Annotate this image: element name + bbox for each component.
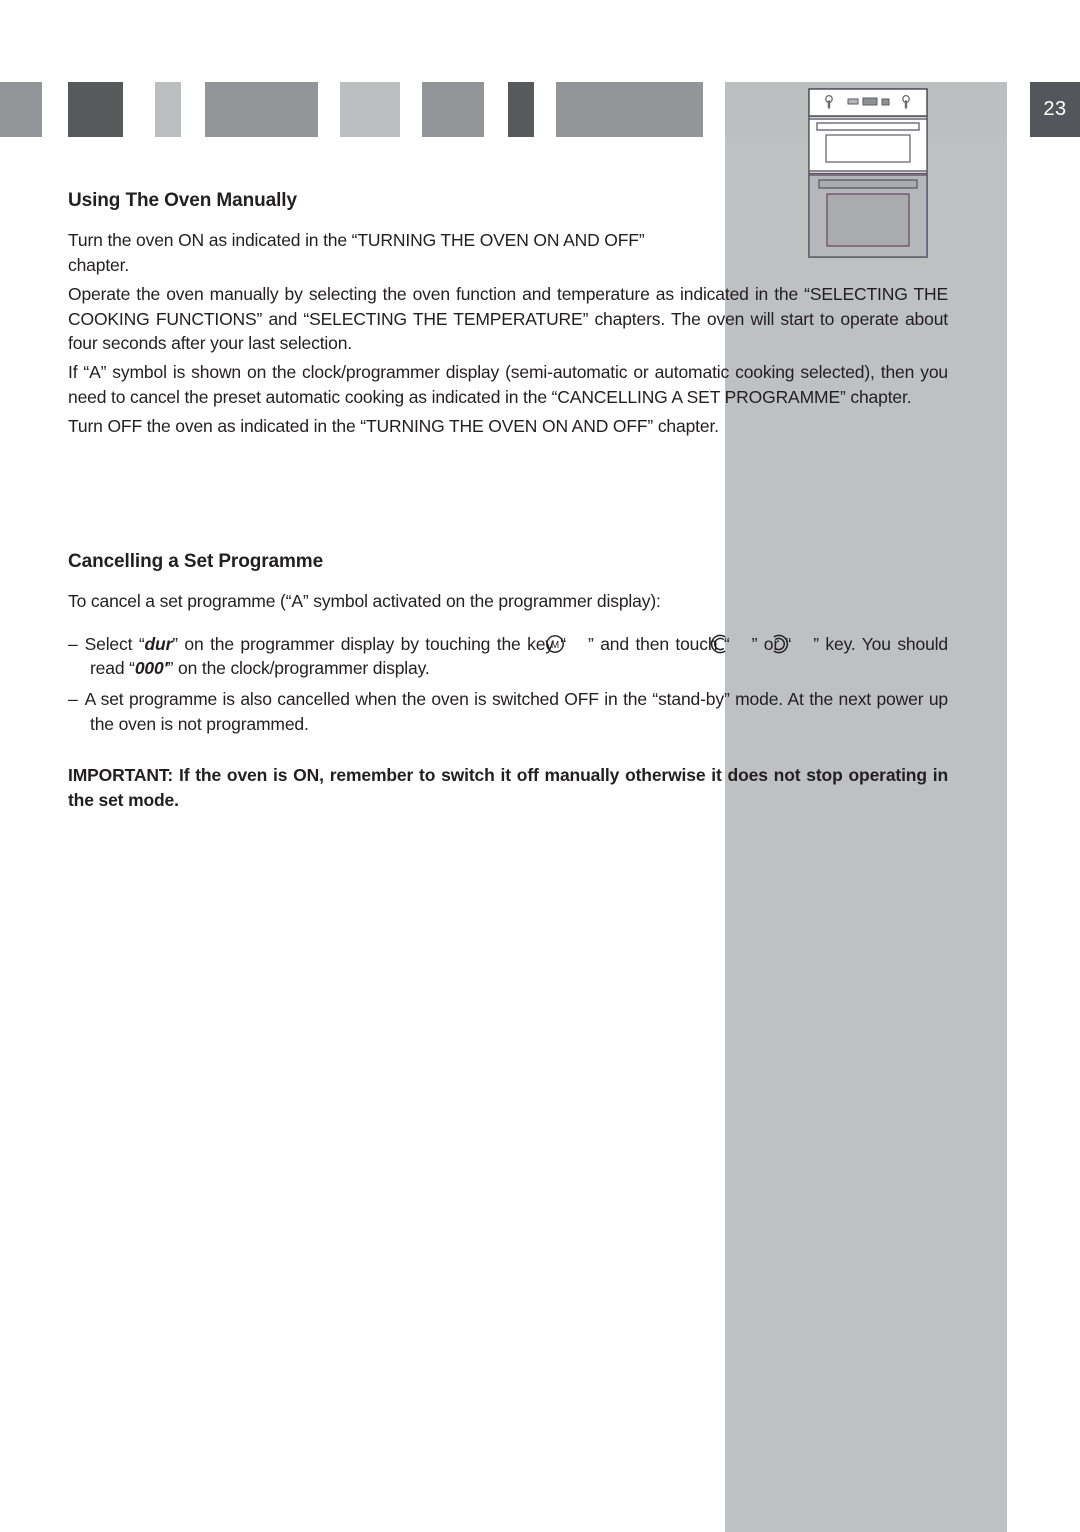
bullet-dash: – <box>68 689 78 710</box>
keyword-zeros: 000' <box>134 658 168 679</box>
decorative-bar-5 <box>422 82 484 137</box>
page-number-badge: 23 <box>1030 82 1080 137</box>
paragraph: If “A” symbol is shown on the clock/prog… <box>68 362 948 408</box>
decorative-bar-1 <box>68 82 123 137</box>
keyword-dur: dur <box>144 633 173 654</box>
decorative-bar-7 <box>556 82 703 137</box>
decorative-bar-2 <box>155 82 181 137</box>
section-cancelling-set-programme: Cancelling a Set Programme To cancel a s… <box>68 551 948 813</box>
page-title: Using The Oven Manually <box>68 190 297 211</box>
section-using-oven-manually: Using The Oven Manually Turn the oven ON… <box>68 190 948 439</box>
list-item: – A set programme is also cancelled when … <box>68 687 948 737</box>
bullet-dash: – <box>68 633 78 654</box>
document-content: Using The Oven Manually Turn the oven ON… <box>68 190 948 813</box>
bullet-text-a: Select “ <box>84 633 145 654</box>
decorative-bar-4 <box>340 82 400 137</box>
crescent-decrease-key-icon <box>710 633 752 655</box>
crescent-increase-key-icon <box>773 633 813 655</box>
paragraph: To cancel a set programme (“A” symbol ac… <box>68 590 661 611</box>
decorative-bar-6 <box>508 82 534 137</box>
decorative-bar-0 <box>0 82 42 137</box>
section-heading: Cancelling a Set Programme <box>68 550 324 572</box>
list-item: – Select “dur” on the programmer display … <box>68 632 948 682</box>
circled-m-key-icon: M <box>546 633 588 655</box>
bullet-text: A set programme is also cancelled when t… <box>84 689 949 735</box>
paragraph: Turn OFF the oven as indicated in the “T… <box>68 415 719 436</box>
bullet-text-b: ” on the programmer display by touching … <box>172 633 567 654</box>
svg-text:M: M <box>551 640 559 651</box>
bullet-text-f: ” on the clock/programmer display. <box>167 658 430 679</box>
paragraph: Turn the oven ON as indicated in the “TU… <box>68 230 645 275</box>
decorative-bar-3 <box>205 82 318 137</box>
paragraph: Operate the oven manually by selecting t… <box>68 283 948 354</box>
page-number: 23 <box>1043 98 1067 120</box>
important-note: IMPORTANT: If the oven is ON, remember t… <box>68 764 948 810</box>
